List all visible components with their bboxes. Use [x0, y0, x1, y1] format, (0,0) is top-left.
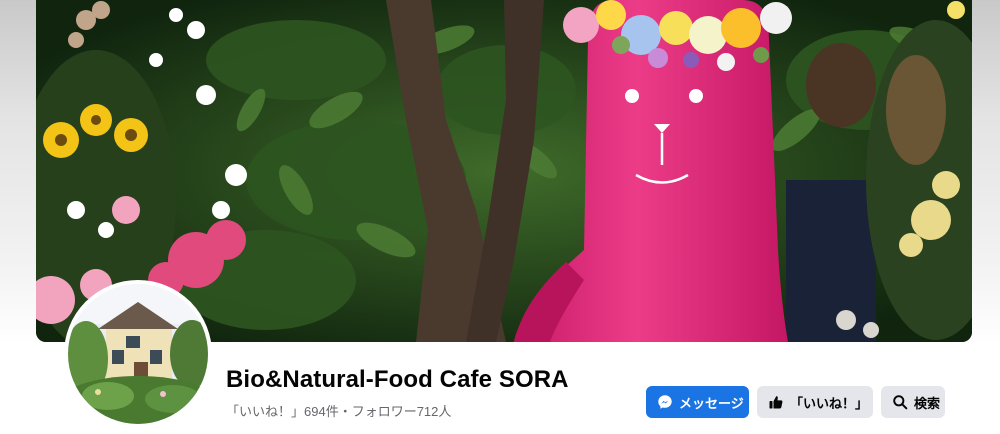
avatar-image [68, 284, 208, 424]
like-button-label: 「いいね！」 [790, 395, 869, 411]
like-button[interactable]: 「いいね！」 [757, 386, 873, 418]
message-button-label: メッセージ [679, 395, 744, 411]
page-stats[interactable]: 「いいね！」694件・フォロワー712人 [226, 401, 451, 420]
search-icon [892, 394, 908, 410]
page-actions: メッセージ 「いいね！」 検索 [646, 386, 945, 418]
page-title: Bio&Natural-Food Cafe SORA [226, 366, 569, 393]
messenger-icon [657, 394, 673, 410]
avatar[interactable] [64, 280, 212, 428]
message-button[interactable]: メッセージ [646, 386, 749, 418]
search-button-label: 検索 [914, 395, 941, 411]
search-button[interactable]: 検索 [881, 386, 945, 418]
thumbs-up-icon [768, 394, 784, 410]
